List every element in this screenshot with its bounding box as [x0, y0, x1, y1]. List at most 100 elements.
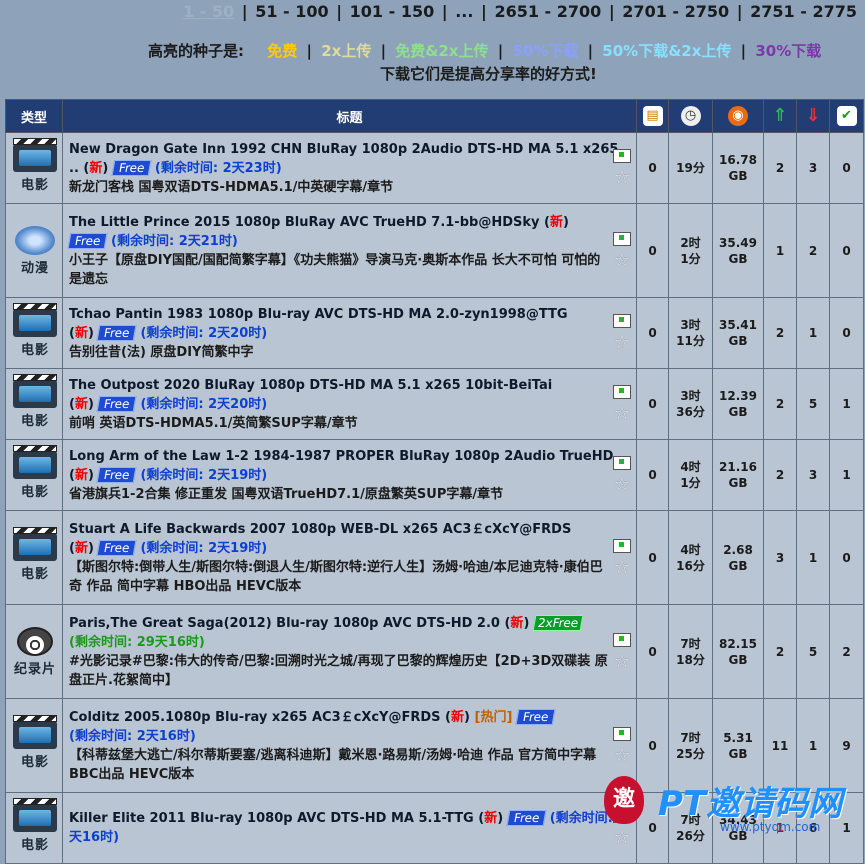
page-current[interactable]: 1 - 50 — [183, 2, 234, 21]
type-cell[interactable]: 电影 — [5, 297, 63, 369]
comments-count[interactable]: 0 — [636, 698, 669, 793]
col-comments[interactable]: ▤ — [636, 99, 669, 133]
comments-count[interactable]: 0 — [636, 132, 669, 204]
title-cell: The Outpost 2020 BluRay 1080p DTS-HD MA … — [62, 368, 637, 440]
download-icon[interactable] — [613, 385, 631, 399]
title-cell: Colditz 2005.1080p Blu-ray x265 AC3￡cXcY… — [62, 698, 637, 793]
type-cell[interactable]: 纪录片 — [5, 604, 63, 699]
bookmark-star-icon[interactable]: ☆ — [614, 405, 630, 423]
col-type[interactable]: 类型 — [5, 99, 63, 133]
bookmark-star-icon[interactable]: ☆ — [614, 829, 630, 847]
comments-count[interactable]: 0 — [636, 792, 669, 864]
torrent-subtitle: 【科蒂兹堡大逃亡/科尔蒂斯要塞/逃离科迪斯】戴米恩·路易斯/汤姆·哈迪 作品 官… — [69, 747, 597, 782]
bookmark-star-icon[interactable]: ☆ — [614, 558, 630, 577]
torrent-name[interactable]: The Outpost 2020 BluRay 1080p DTS-HD MA … — [69, 378, 552, 393]
torrent-name[interactable]: Long Arm of the Law 1-2 1984-1987 PROPER… — [69, 449, 628, 464]
seeders-count[interactable]: 1 — [763, 203, 797, 298]
comments-count[interactable]: 0 — [636, 604, 669, 699]
leechers-count[interactable]: 1 — [796, 698, 830, 793]
download-icon[interactable] — [613, 456, 631, 470]
comments-count[interactable]: 0 — [636, 510, 669, 605]
seeders-count[interactable]: 2 — [763, 439, 797, 511]
col-seeders[interactable]: ⇑ — [763, 99, 797, 133]
download-icon[interactable] — [613, 314, 631, 328]
col-title[interactable]: 标题 — [62, 99, 637, 133]
completed-count[interactable]: 9 — [829, 698, 864, 793]
col-leechers[interactable]: ⇓ — [796, 99, 830, 133]
completed-count[interactable]: 2 — [829, 604, 864, 699]
seeders-count[interactable]: 2 — [763, 297, 797, 369]
comments-count[interactable]: 0 — [636, 297, 669, 369]
bookmark-star-icon[interactable]: ☆ — [614, 476, 630, 494]
type-cell[interactable]: 电影 — [5, 698, 63, 793]
page-link[interactable]: 51 - 100 — [255, 2, 328, 21]
2xfree-badge: 2xFree — [532, 614, 584, 631]
torrent-name[interactable]: Killer Elite 2011 Blu-ray 1080p AVC DTS-… — [69, 811, 474, 826]
download-icon[interactable] — [613, 726, 631, 741]
leechers-count[interactable]: 5 — [796, 368, 830, 440]
download-icon[interactable] — [613, 632, 631, 647]
col-age[interactable]: ◷ — [668, 99, 713, 133]
comments-count[interactable]: 0 — [636, 439, 669, 511]
torrent-name[interactable]: Tchao Pantin 1983 1080p Blu-ray AVC DTS-… — [69, 307, 568, 322]
download-icon[interactable] — [613, 231, 631, 246]
page-link[interactable]: 2651 - 2700 — [494, 2, 601, 21]
download-icon[interactable] — [613, 149, 631, 163]
completed-count[interactable]: 1 — [829, 439, 864, 511]
new-tag: 新 — [510, 615, 524, 631]
leechers-count[interactable]: 5 — [796, 604, 830, 699]
leechers-count[interactable]: 1 — [796, 510, 830, 605]
title-cell: The Little Prince 2015 1080p BluRay AVC … — [62, 203, 637, 298]
comments-count[interactable]: 0 — [636, 203, 669, 298]
torrent-name[interactable]: Colditz 2005.1080p Blu-ray x265 AC3￡cXcY… — [69, 710, 441, 725]
seeders-count[interactable]: 2 — [763, 368, 797, 440]
comments-count[interactable]: 0 — [636, 368, 669, 440]
bookmark-star-icon[interactable]: ☆ — [614, 334, 630, 352]
seeders-icon: ⇑ — [772, 105, 788, 126]
type-cell[interactable]: 动漫 — [5, 203, 63, 298]
completed-count[interactable]: 0 — [829, 132, 864, 204]
bookmark-star-icon[interactable]: ☆ — [614, 652, 630, 671]
col-size[interactable]: ◉ — [712, 99, 764, 133]
bookmark-star-icon[interactable]: ☆ — [614, 251, 630, 270]
leechers-count[interactable]: 2 — [796, 203, 830, 298]
completed-count[interactable]: 0 — [829, 510, 864, 605]
new-tag: 新 — [74, 396, 88, 412]
torrent-name[interactable]: New Dragon Gate Inn 1992 CHN BluRay 1080… — [69, 142, 618, 176]
hot-tag: 热门 — [480, 709, 507, 725]
bookmark-star-icon[interactable]: ☆ — [614, 169, 630, 187]
page-link[interactable]: 2751 - 2775 — [750, 2, 857, 21]
page-link[interactable]: 2701 - 2750 — [622, 2, 729, 21]
seeders-count[interactable]: 3 — [763, 510, 797, 605]
free-badge: Free — [506, 810, 547, 826]
seeders-count[interactable]: 11 — [763, 698, 797, 793]
type-cell[interactable]: 电影 — [5, 510, 63, 605]
leechers-count[interactable]: 6 — [796, 792, 830, 864]
seeders-count[interactable]: 2 — [763, 132, 797, 204]
download-icon[interactable] — [613, 809, 631, 823]
torrent-name[interactable]: Paris,The Great Saga(2012) Blu-ray 1080p… — [69, 616, 500, 631]
type-cell[interactable]: 电影 — [5, 132, 63, 204]
leechers-count[interactable]: 1 — [796, 297, 830, 369]
leechers-count[interactable]: 3 — [796, 439, 830, 511]
completed-count[interactable]: 1 — [829, 792, 864, 864]
seeders-count[interactable]: 2 — [763, 604, 797, 699]
new-tag: 新 — [74, 540, 88, 556]
bookmark-star-icon[interactable]: ☆ — [614, 746, 630, 765]
completed-count[interactable]: 0 — [829, 203, 864, 298]
type-cell[interactable]: 电影 — [5, 439, 63, 511]
type-cell[interactable]: 电影 — [5, 792, 63, 864]
completed-count[interactable]: 1 — [829, 368, 864, 440]
torrent-name[interactable]: Stuart A Life Backwards 2007 1080p WEB-D… — [69, 522, 571, 537]
leechers-count[interactable]: 3 — [796, 132, 830, 204]
type-cell[interactable]: 电影 — [5, 368, 63, 440]
page-link[interactable]: 101 - 150 — [350, 2, 435, 21]
torrent-name[interactable]: The Little Prince 2015 1080p BluRay AVC … — [69, 215, 539, 230]
size: 2.68 GB — [712, 510, 764, 605]
size: 34.43 GB — [712, 792, 764, 864]
download-icon[interactable] — [613, 538, 631, 553]
seeders-count[interactable]: 1 — [763, 792, 797, 864]
col-completed[interactable]: ✔ — [829, 99, 864, 133]
completed-count[interactable]: 0 — [829, 297, 864, 369]
table-row: 电影 Colditz 2005.1080p Blu-ray x265 AC3￡c… — [5, 698, 864, 793]
